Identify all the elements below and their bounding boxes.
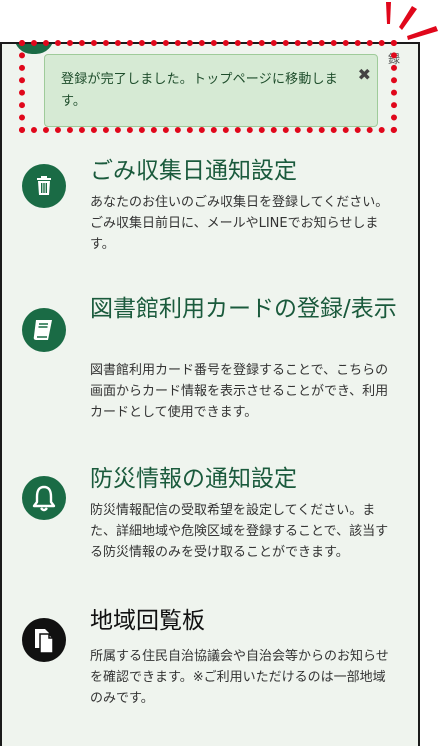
partial-text-top: 録 [387, 52, 400, 66]
trash-icon [22, 164, 66, 208]
item-description: 防災情報配信の受取希望を設定してください。また、詳細地域や危険区域を登録すること… [90, 503, 389, 560]
book-icon [22, 308, 66, 352]
item-title: 防災情報の通知設定 [90, 466, 297, 492]
item-description: 図書館利用カード番号を登録することで、こちらの画面からカード情報を表示させること… [90, 363, 389, 420]
toast-message: 登録が完了しました。トップページに移動します。 [61, 72, 338, 109]
documents-icon [22, 618, 66, 662]
phone-screen: 録 ごみ収集日通知設定 あなたのお住いのごみ収集日を登録してください。ごみ収集日… [0, 42, 420, 746]
content-area: 録 ごみ収集日通知設定 あなたのお住いのごみ収集日を登録してください。ごみ収集日… [2, 44, 418, 746]
item-title: 図書館利用カードの登録/表示 [90, 296, 397, 322]
close-icon[interactable]: ✖ [358, 65, 371, 84]
partial-icon-top [14, 44, 54, 54]
bell-icon [22, 476, 66, 520]
item-title: ごみ収集日通知設定 [90, 158, 297, 184]
item-description: 所属する住民自治協議会や自治会等からのお知らせを確認できます。※ご利用いただける… [90, 649, 389, 706]
item-description: あなたのお住いのごみ収集日を登録してください。ごみ収集日前日に、メールやLINE… [90, 195, 389, 252]
success-toast: 登録が完了しました。トップページに移動します。 ✖ [44, 54, 378, 127]
item-title: 地域回覧板 [90, 608, 205, 634]
